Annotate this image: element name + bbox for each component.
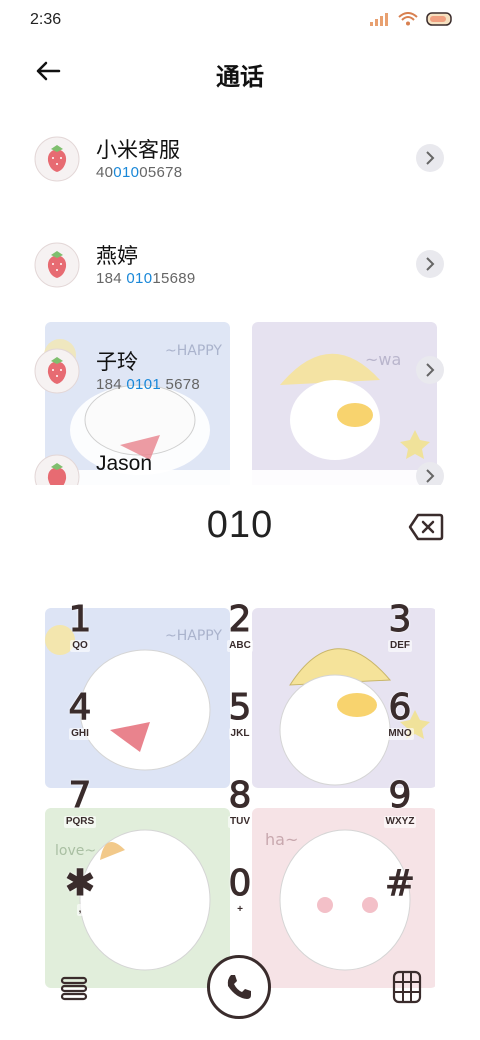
matched-digits: 0101: [126, 376, 161, 393]
avatar: [34, 136, 80, 182]
battery-icon: [426, 12, 452, 26]
contact-suggestions-list: ~HAPPY ~wa 小米客服 4001005678 燕婷 184 010156…: [0, 110, 480, 485]
backspace-icon: [408, 513, 444, 541]
matched-digits: 010: [126, 270, 153, 287]
contact-name: Jason: [96, 452, 153, 475]
key-1[interactable]: 1 QO: [30, 599, 130, 680]
key-3[interactable]: 3 DEF: [350, 599, 450, 680]
key-digit: 6: [388, 687, 412, 728]
avatar: [34, 242, 80, 288]
key-digit: 8: [228, 775, 252, 816]
dialpad-toggle-button[interactable]: [392, 970, 422, 1006]
key-letters: DEF: [388, 640, 412, 652]
key-9[interactable]: 9 WXYZ: [350, 775, 450, 856]
page-title: 通话: [216, 64, 264, 91]
status-time: 2:36: [30, 11, 62, 28]
key-letters: ABC: [227, 640, 253, 652]
chevron-right-icon: [426, 151, 435, 165]
menu-button[interactable]: [58, 972, 90, 1004]
contact-number: 184 0101 5678: [96, 376, 201, 393]
status-bar: 2:36: [0, 0, 480, 40]
key-digit: 0: [228, 863, 252, 904]
bottom-action-bar: [0, 945, 480, 1035]
phone-icon: [227, 975, 251, 999]
dialpad: ~HAPPY love~ ha~ 1 QO 2 ABC 3 DEF 4 GHI …: [45, 599, 435, 990]
key-8[interactable]: 8 TUV: [190, 775, 290, 856]
contact-detail-button[interactable]: [416, 144, 444, 172]
contact-name: 小米客服: [96, 139, 180, 162]
key-digit: 7: [68, 775, 92, 816]
contact-detail-button[interactable]: [416, 356, 444, 384]
key-digit: 4: [68, 687, 92, 728]
avatar: [34, 348, 80, 394]
key-5[interactable]: 5 JKL: [190, 687, 290, 768]
key-letters: GHI: [69, 728, 91, 740]
contact-name: 子玲: [96, 351, 138, 374]
key-digit: ✱: [64, 863, 96, 904]
contact-detail-button[interactable]: [416, 250, 444, 278]
delete-button[interactable]: [408, 512, 444, 542]
chevron-right-icon: [426, 469, 435, 483]
contact-name: 燕婷: [96, 245, 138, 268]
contact-number: 4001005678: [96, 164, 183, 181]
key-star[interactable]: ✱ ,: [30, 863, 130, 944]
key-letters: +: [235, 904, 245, 916]
key-2[interactable]: 2 ABC: [190, 599, 290, 680]
key-digit: 9: [388, 775, 412, 816]
key-letters: QO: [70, 640, 90, 652]
key-letters: PQRS: [63, 816, 97, 828]
key-letters: JKL: [228, 728, 252, 740]
key-letters: TUV: [228, 816, 252, 828]
key-digit: #: [384, 863, 416, 904]
contact-item[interactable]: 小米客服 4001005678: [0, 110, 480, 210]
dialed-number-row: 010: [0, 490, 480, 570]
wifi-icon: [398, 12, 418, 26]
menu-icon: [60, 976, 88, 1001]
contact-detail-button[interactable]: [416, 462, 444, 485]
chevron-right-icon: [426, 257, 435, 271]
status-icons: [370, 12, 454, 26]
key-0[interactable]: 0 +: [190, 863, 290, 944]
key-digit: 3: [388, 599, 412, 640]
matched-digits: 010: [113, 164, 140, 181]
contact-item[interactable]: 子玲 184 0101 5678: [0, 322, 480, 422]
contact-item[interactable]: 燕婷 184 01015689: [0, 216, 480, 316]
key-7[interactable]: 7 PQRS: [30, 775, 130, 856]
signal-icon: [370, 13, 388, 26]
contact-number: 184 01015689: [96, 270, 196, 287]
key-letters: MNO: [386, 728, 414, 740]
key-4[interactable]: 4 GHI: [30, 687, 130, 768]
key-letters: ,: [76, 904, 84, 916]
chevron-right-icon: [426, 363, 435, 377]
key-digit: 5: [228, 687, 252, 728]
app-header: 通话: [0, 45, 480, 95]
key-digit: 2: [228, 599, 252, 640]
key-hash[interactable]: #: [350, 863, 450, 944]
key-letters: WXYZ: [383, 816, 417, 828]
dialpad-icon: [392, 970, 422, 1004]
contact-item[interactable]: Jason: [0, 428, 480, 485]
key-6[interactable]: 6 MNO: [350, 687, 450, 768]
avatar: [34, 454, 80, 485]
call-button[interactable]: [207, 955, 271, 1019]
key-digit: 1: [68, 599, 92, 640]
